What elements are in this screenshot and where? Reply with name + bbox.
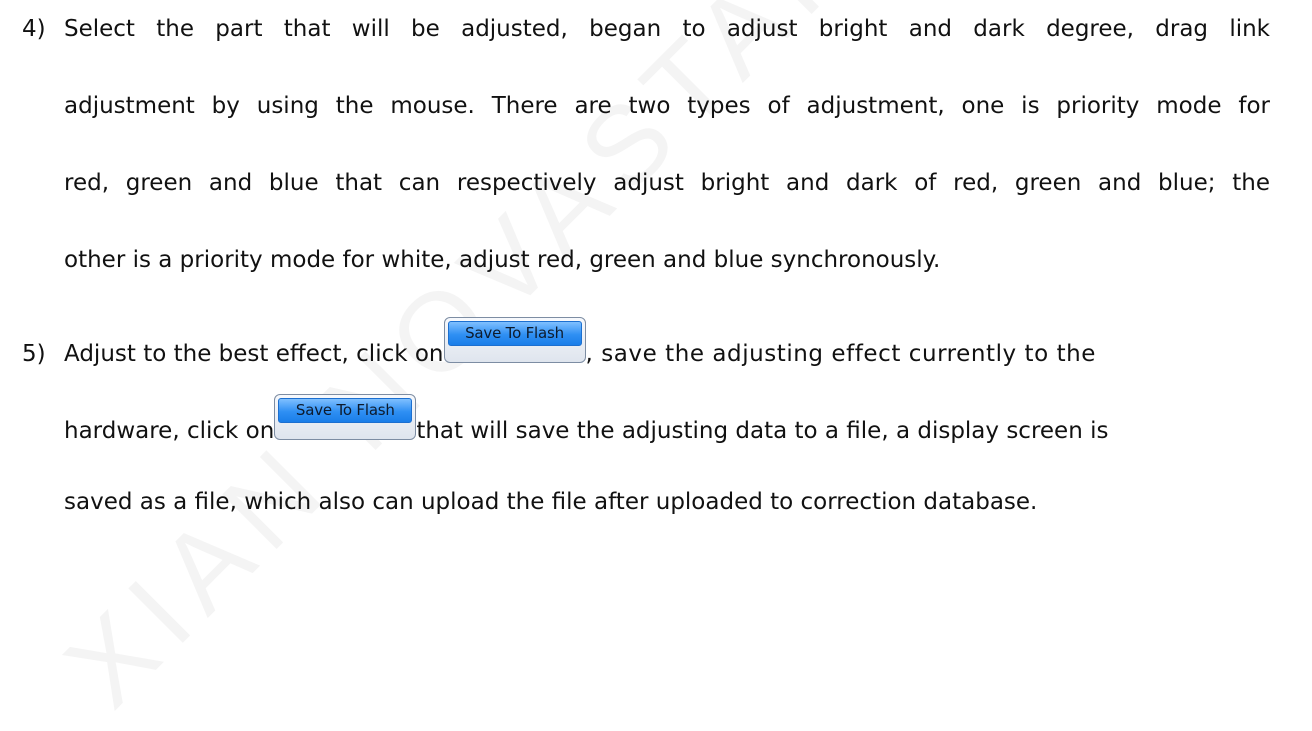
step-5-line-2-text-after: that will save the adjusting data to a f… [416, 418, 1109, 444]
save-to-flash-button-2[interactable]: Save To Flash [274, 393, 417, 440]
save-to-flash-button-label: Save To Flash [278, 397, 413, 423]
step-4-line-2: adjustment by using the mouse. There are… [64, 93, 1270, 119]
step-4-line-1: Select the part that will be adjusted, b… [64, 16, 1270, 42]
step-5-line-2: hardware, click on Save To Flash that will… [64, 393, 1109, 446]
step-5-line-1: Adjust to the best effect, click on Save … [64, 316, 1096, 369]
save-to-flash-button[interactable]: Save To Flash [443, 316, 586, 363]
step-5-line-2-text-before: hardware, click on [64, 418, 275, 444]
step-4-line-4: other is a priority mode for white, adju… [64, 247, 941, 273]
save-to-flash-button-label: Save To Flash [447, 320, 582, 346]
step-5-line-3: saved as a file, which also can upload t… [64, 489, 1038, 515]
step-5-line-1-text-after: , save the adjusting effect currently to… [585, 341, 1096, 367]
step-number: 5) [22, 341, 46, 367]
step-5-line-1-text-before: Adjust to the best effect, click on [64, 341, 444, 367]
step-4-line-3: red, green and blue that can respectivel… [64, 170, 1270, 196]
step-number: 4) [22, 16, 46, 42]
